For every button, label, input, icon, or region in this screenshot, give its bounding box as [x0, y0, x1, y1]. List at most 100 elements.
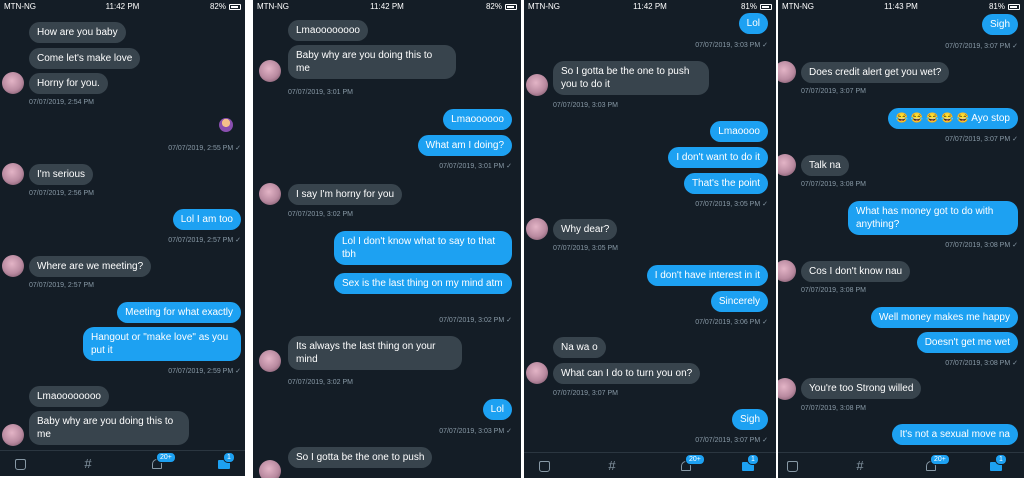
timestamp: 07/07/2019, 3:07 PM ✓ [945, 43, 1018, 50]
message-out[interactable]: Sincerely [710, 291, 768, 312]
message-out[interactable]: What am I doing? [417, 135, 512, 156]
avatar[interactable] [526, 362, 548, 384]
message-out[interactable]: Meeting for what exactly [117, 302, 241, 323]
message-in[interactable]: Na wa o [553, 337, 606, 358]
message-out[interactable]: It's not a sexual move na [891, 424, 1018, 445]
message-out[interactable]: Lol [738, 13, 768, 34]
tab-messages[interactable]: 1 [214, 452, 235, 473]
message-in[interactable]: Talk na [801, 155, 849, 176]
message-text: Lmaoooooo [443, 109, 512, 130]
avatar[interactable] [259, 60, 281, 82]
avatar[interactable] [778, 154, 796, 176]
message-text: Baby why are you doing this to me [288, 45, 456, 79]
tab-messages[interactable]: 1 [986, 454, 1007, 475]
message-out[interactable]: What has money got to do with anything? [848, 201, 1018, 235]
home-icon [786, 461, 798, 472]
timestamp: 07/07/2019, 3:03 PM [553, 102, 618, 109]
message-in[interactable]: Lmaoooooooo [29, 386, 109, 407]
avatar[interactable] [259, 460, 281, 478]
emoji-message-icon[interactable] [219, 118, 233, 132]
tab-notifications[interactable]: 20+ [921, 454, 950, 475]
tab-notifications[interactable]: 20+ [676, 454, 705, 475]
avatar[interactable] [2, 255, 24, 277]
message-text: That's the point [683, 173, 768, 194]
status-bar: MTN-NG 11:42 PM 82% [0, 0, 245, 13]
message-out[interactable]: I don't have interest in it [646, 265, 768, 286]
tab-explore[interactable]: # [850, 457, 870, 475]
message-out[interactable]: Lol I don't know what to say to that tbh [334, 231, 512, 265]
message-out[interactable]: Lol [482, 399, 512, 420]
tab-home[interactable] [10, 455, 30, 473]
message-out[interactable]: Lmaoooooo [443, 109, 512, 130]
message-text: What am I doing? [417, 135, 512, 156]
message-out[interactable]: Sigh [981, 14, 1018, 35]
bottom-tab-bar: # 20+ 1 [0, 450, 245, 476]
tab-home[interactable] [534, 457, 554, 475]
message-out[interactable]: Lol I am too [172, 209, 241, 230]
avatar[interactable] [778, 378, 796, 400]
avatar[interactable] [526, 74, 548, 96]
message-in[interactable]: How are you baby [29, 22, 126, 43]
message-text: What has money got to do with anything? [848, 201, 1018, 235]
message-in[interactable]: Why dear? [553, 219, 618, 240]
message-text: Meeting for what exactly [117, 302, 241, 323]
tab-notifications[interactable]: 20+ [147, 452, 176, 473]
avatar[interactable] [778, 260, 796, 282]
message-out[interactable]: Doesn't get me wet [916, 332, 1018, 353]
message-in[interactable]: I'm serious [29, 164, 94, 185]
message-text: Hangout or "make love" as you put it [83, 327, 241, 361]
avatar[interactable] [2, 424, 24, 446]
message-badge: 1 [747, 454, 759, 465]
tab-home[interactable] [782, 457, 802, 475]
message-text: Sigh [731, 409, 768, 430]
message-text: I don't have interest in it [646, 265, 768, 286]
timestamp: 07/07/2019, 2:56 PM [29, 190, 94, 197]
avatar[interactable] [526, 218, 548, 240]
avatar[interactable] [778, 61, 796, 83]
clock: 11:42 PM [105, 2, 140, 11]
message-text: Does credit alert get you wet? [801, 62, 950, 83]
status-bar: MTN-NG 11:43 PM 81% [778, 0, 1024, 13]
message-out[interactable]: 😂 😂 😂 😂 😂 Ayo stop [887, 108, 1018, 129]
timestamp: 07/07/2019, 3:08 PM ✓ [945, 242, 1018, 249]
avatar[interactable] [259, 183, 281, 205]
avatar[interactable] [259, 350, 281, 372]
message-out[interactable]: I don't want to do it [668, 147, 768, 168]
message-out[interactable]: That's the point [683, 173, 768, 194]
message-in[interactable]: Baby why are you doing this to me [288, 45, 456, 79]
message-in[interactable]: What can I do to turn you on? [553, 363, 701, 384]
avatar[interactable] [2, 163, 24, 185]
message-text: I don't want to do it [668, 147, 768, 168]
message-text: So I gotta be the one to push you to do … [553, 61, 709, 95]
tab-explore[interactable]: # [602, 457, 622, 475]
timestamp: 07/07/2019, 3:08 PM ✓ [945, 360, 1018, 367]
message-in[interactable]: Come let's make love [29, 48, 141, 69]
timestamp: 07/07/2019, 2:59 PM ✓ [168, 368, 241, 375]
avatar[interactable] [2, 72, 24, 94]
tab-messages[interactable]: 1 [738, 454, 759, 475]
message-out[interactable]: Hangout or "make love" as you put it [83, 327, 241, 361]
message-in[interactable]: Cos I don't know nau [801, 261, 911, 282]
message-text: You're too Strong willed [801, 378, 922, 399]
notification-badge: 20+ [685, 454, 705, 465]
message-out[interactable]: Lmaoooo [710, 121, 768, 142]
message-in[interactable]: I say I'm horny for you [288, 184, 403, 205]
message-in[interactable]: Baby why are you doing this to me [29, 411, 189, 445]
message-in[interactable]: So I gotta be the one to push [288, 447, 433, 468]
message-in[interactable]: Lmaoooooooo [288, 20, 368, 41]
message-text: So I gotta be the one to push [288, 447, 433, 468]
message-in[interactable]: So I gotta be the one to push you to do … [553, 61, 709, 95]
notification-badge: 20+ [156, 452, 176, 463]
message-text: Lol [738, 13, 768, 34]
message-out[interactable]: Sigh [731, 409, 768, 430]
message-in[interactable]: You're too Strong willed [801, 378, 922, 399]
message-in[interactable]: Does credit alert get you wet? [801, 62, 950, 83]
message-out[interactable]: Well money makes me happy [871, 307, 1018, 328]
timestamp: 07/07/2019, 3:07 PM ✓ [945, 136, 1018, 143]
message-in[interactable]: Its always the last thing on your mind [288, 336, 462, 370]
message-in[interactable]: Horny for you. [29, 73, 108, 94]
message-out[interactable]: Sex is the last thing on my mind atm [334, 273, 512, 294]
message-in[interactable]: Where are we meeting? [29, 256, 152, 277]
timestamp: 07/07/2019, 3:01 PM ✓ [439, 163, 512, 170]
tab-explore[interactable]: # [78, 455, 98, 473]
